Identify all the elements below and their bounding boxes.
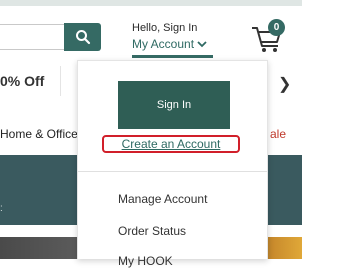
menu-item-manage-account[interactable]: Manage Account [118,192,207,206]
banner-dots: : [0,203,3,214]
promo-divider [60,66,61,96]
my-account-toggle[interactable]: My Account [132,37,208,51]
greeting-text: Hello, Sign In [132,22,198,34]
search-input[interactable] [0,24,64,50]
menu-divider [78,171,267,172]
menu-item-my-hook[interactable]: My HOOK [118,254,173,268]
create-account-link[interactable]: Create an Account [102,135,240,153]
my-account-label: My Account [132,37,195,51]
nav-home-office[interactable]: Home & Office [0,127,78,141]
search-button[interactable] [64,23,101,51]
top-strip [0,0,302,6]
nav-sale[interactable]: ale [270,127,286,141]
promo-text[interactable]: 0% Off [0,73,44,89]
chevron-down-icon [197,41,207,48]
account-dropdown: Sign In Create an Account Manage Account… [77,60,268,268]
menu-item-order-status[interactable]: Order Status [118,224,186,238]
cart-count-badge: 0 [268,19,285,36]
account-active-indicator [132,55,213,58]
sign-in-button[interactable]: Sign In [118,81,230,129]
search-icon [75,30,90,45]
chevron-right-icon[interactable]: ❯ [278,74,291,94]
